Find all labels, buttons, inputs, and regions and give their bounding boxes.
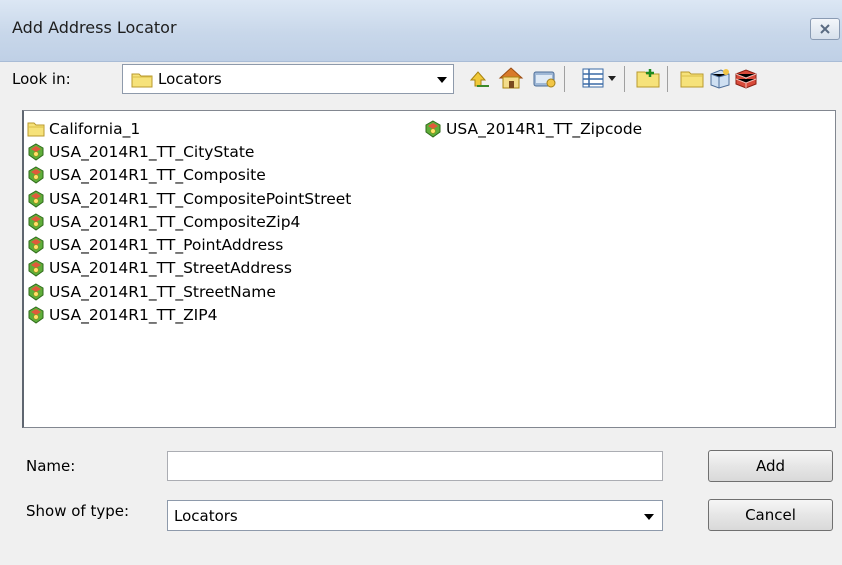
chevron-down-icon [608, 75, 616, 81]
lookin-dropdown[interactable]: Locators [122, 64, 454, 94]
list-item-label: USA_2014R1_TT_CityState [49, 142, 255, 161]
list-item[interactable]: USA_2014R1_TT_CityState [27, 140, 351, 163]
list-item[interactable]: USA_2014R1_TT_CompositePointStreet [27, 187, 351, 210]
geodatabase-button[interactable] [732, 64, 760, 92]
list-item[interactable]: USA_2014R1_TT_Zipcode [424, 117, 642, 140]
file-list-column: California_1 USA_2014R1_TT_CityState USA… [27, 117, 351, 327]
name-label: Name: [26, 457, 76, 475]
locator-icon [28, 283, 44, 301]
file-list[interactable]: California_1 USA_2014R1_TT_CityState USA… [22, 110, 836, 428]
list-item[interactable]: USA_2014R1_TT_StreetName [27, 280, 351, 303]
toolbar-separator [624, 66, 625, 92]
list-item-label: USA_2014R1_TT_StreetAddress [49, 259, 292, 278]
connect-folder-button[interactable] [531, 64, 559, 92]
new-folder-icon [636, 69, 660, 88]
type-value: Locators [174, 507, 238, 525]
toolbar-separator [667, 66, 668, 92]
list-item[interactable]: USA_2014R1_TT_StreetAddress [27, 257, 351, 280]
folder-icon [27, 122, 45, 137]
list-item[interactable]: USA_2014R1_TT_Composite [27, 164, 351, 187]
locator-icon [28, 213, 44, 231]
list-item[interactable]: USA_2014R1_TT_ZIP4 [27, 303, 351, 326]
list-item-label: California_1 [49, 119, 141, 138]
list-item-label: USA_2014R1_TT_Composite [49, 166, 266, 185]
toolbar-separator [564, 66, 565, 92]
file-list-column: USA_2014R1_TT_Zipcode [424, 117, 642, 140]
locator-icon [28, 259, 44, 278]
list-item-label: USA_2014R1_TT_Zipcode [446, 119, 643, 138]
name-input[interactable] [167, 451, 663, 481]
geodatabase-icon [735, 69, 757, 89]
title-bar: Add Address Locator [0, 0, 842, 62]
locator-icon [28, 166, 44, 184]
list-item[interactable]: USA_2014R1_TT_PointAddress [27, 233, 351, 256]
list-item-label: USA_2014R1_TT_CompositePointStreet [49, 189, 352, 208]
home-icon [498, 67, 524, 89]
folder-icon [680, 71, 704, 88]
chevron-down-icon [437, 77, 447, 83]
view-dropdown-button[interactable] [604, 64, 620, 92]
type-label: Show of type: [26, 502, 130, 520]
locator-icon [425, 120, 441, 138]
view-list-icon [582, 68, 604, 88]
lookin-value: Locators [158, 70, 222, 88]
cancel-button[interactable]: Cancel [708, 499, 833, 531]
list-item-label: USA_2014R1_TT_PointAddress [49, 236, 284, 255]
list-item[interactable]: California_1 [27, 117, 351, 140]
locator-icon [28, 236, 44, 254]
up-one-level-button[interactable] [466, 64, 494, 92]
locator-icon [28, 143, 44, 161]
new-item-button[interactable] [706, 64, 734, 92]
folder-icon [131, 73, 153, 88]
up-one-level-icon [469, 71, 489, 87]
view-list-button[interactable] [579, 64, 607, 92]
home-button[interactable] [497, 64, 525, 92]
new-item-icon [710, 69, 730, 89]
close-button[interactable] [810, 18, 840, 40]
list-item-label: USA_2014R1_TT_StreetName [49, 282, 276, 301]
list-item[interactable]: USA_2014R1_TT_CompositeZip4 [27, 210, 351, 233]
chevron-down-icon [644, 514, 654, 520]
type-dropdown[interactable]: Locators [167, 500, 663, 531]
new-folder-button[interactable] [634, 64, 662, 92]
locator-icon [28, 189, 44, 208]
lookin-label: Look in: [12, 70, 71, 88]
list-item-label: USA_2014R1_TT_CompositeZip4 [49, 212, 301, 231]
close-icon [820, 24, 830, 34]
locator-icon [28, 306, 44, 324]
list-item-label: USA_2014R1_TT_ZIP4 [49, 306, 218, 325]
connect-folder-icon [533, 71, 556, 88]
window-title: Add Address Locator [12, 18, 177, 37]
add-button[interactable]: Add [708, 450, 833, 482]
folder-button[interactable] [678, 64, 706, 92]
